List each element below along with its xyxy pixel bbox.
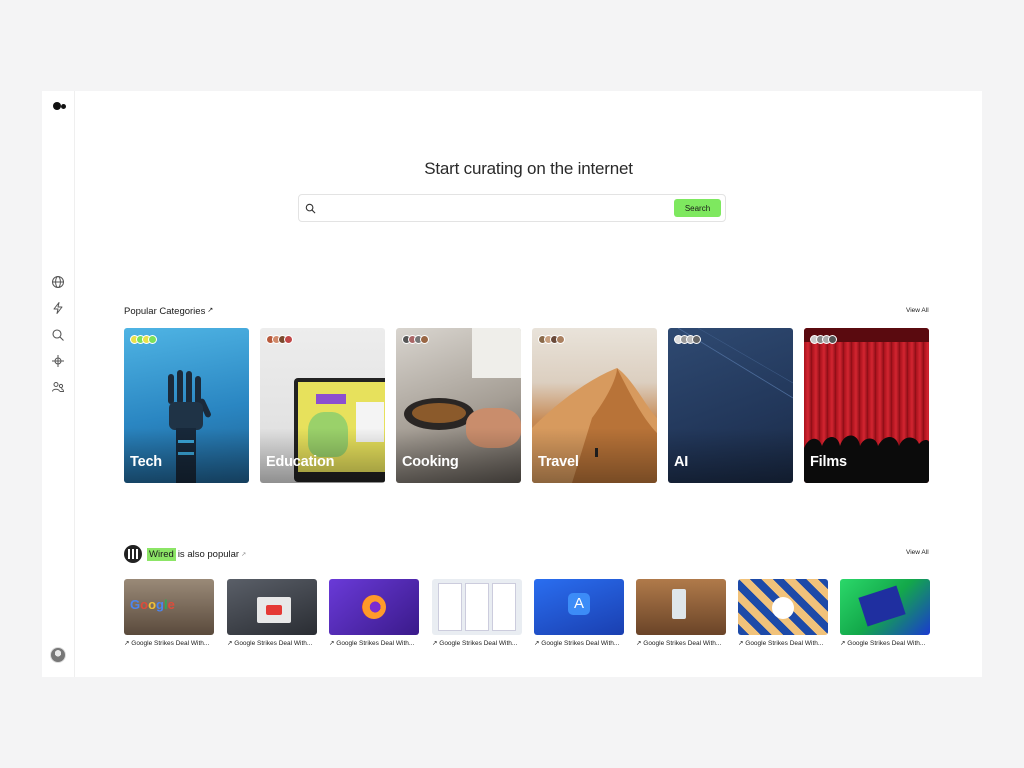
curator-avatars (130, 335, 157, 345)
wired-logo-icon (124, 545, 142, 563)
category-card-ai[interactable]: AI (668, 328, 793, 483)
app-window: Start curating on the internet Search Po… (42, 91, 982, 677)
google-sign-image: Google (130, 597, 175, 612)
firefox-logo-icon (362, 595, 386, 619)
article-caption[interactable]: ↗ Google Strikes Deal With... (124, 639, 216, 647)
arrow-up-right-icon: ↗ (241, 551, 247, 558)
search-icon (305, 203, 316, 214)
article-thumb[interactable] (329, 579, 419, 635)
curator-avatars (674, 335, 701, 345)
category-card-tech[interactable]: Tech (124, 328, 249, 483)
category-label: Cooking (402, 454, 459, 470)
article-thumb[interactable]: Google (124, 579, 214, 635)
article-thumb[interactable] (840, 579, 930, 635)
globe-icon[interactable] (51, 275, 65, 289)
avatar[interactable] (50, 647, 66, 663)
section-title-text: Popular Categories (124, 306, 206, 317)
search-button[interactable]: Search (674, 199, 721, 217)
section-title-suffix: is also popular (177, 548, 240, 560)
logo[interactable] (53, 102, 67, 110)
page-title: Start curating on the internet (424, 159, 633, 178)
article-caption[interactable]: ↗ Google Strikes Deal With... (227, 639, 319, 647)
category-label: AI (674, 454, 689, 470)
article-caption[interactable]: ↗ Google Strikes Deal With... (534, 639, 626, 647)
article-thumb[interactable] (432, 579, 522, 635)
category-card-education[interactable]: Education (260, 328, 385, 483)
search-bar: Search (298, 194, 726, 222)
crosshair-icon[interactable] (51, 354, 65, 368)
curator-avatars (810, 335, 837, 345)
curator-avatars (266, 335, 293, 345)
popular-categories-heading[interactable]: Popular Categories ↗ (124, 306, 213, 317)
arrow-up-right-icon: ↗ (207, 307, 214, 314)
category-label: Tech (130, 454, 162, 470)
article-caption[interactable]: ↗ Google Strikes Deal With... (329, 639, 421, 647)
curator-avatars (402, 335, 429, 345)
curator-avatars (538, 335, 565, 345)
article-thumb[interactable] (227, 579, 317, 635)
bolt-icon[interactable] (51, 301, 65, 315)
search-icon[interactable] (51, 328, 65, 342)
category-card-cooking[interactable]: Cooking (396, 328, 521, 483)
category-label: Education (266, 454, 335, 470)
article-caption[interactable]: ↗ Google Strikes Deal With... (738, 639, 830, 647)
article-thumb[interactable]: A (534, 579, 624, 635)
view-all-wired-link[interactable]: View All (906, 549, 929, 556)
view-all-categories-link[interactable]: View All (906, 307, 929, 314)
search-input[interactable] (321, 199, 669, 217)
category-label: Films (810, 454, 847, 470)
category-card-travel[interactable]: Travel (532, 328, 657, 483)
app-store-icon: A (568, 593, 590, 615)
users-icon[interactable] (51, 380, 65, 394)
article-caption[interactable]: ↗ Google Strikes Deal With... (840, 639, 932, 647)
category-label: Travel (538, 454, 579, 470)
wired-section-heading[interactable]: Wired is also popular ↗ (124, 545, 246, 563)
article-thumb[interactable] (738, 579, 828, 635)
article-caption[interactable]: ↗ Google Strikes Deal With... (636, 639, 728, 647)
article-thumb[interactable] (636, 579, 726, 635)
category-card-films[interactable]: Films (804, 328, 929, 483)
article-caption[interactable]: ↗ Google Strikes Deal With... (432, 639, 524, 647)
sidebar (42, 91, 75, 677)
source-name: Wired (147, 547, 176, 561)
pan-image (404, 398, 474, 430)
